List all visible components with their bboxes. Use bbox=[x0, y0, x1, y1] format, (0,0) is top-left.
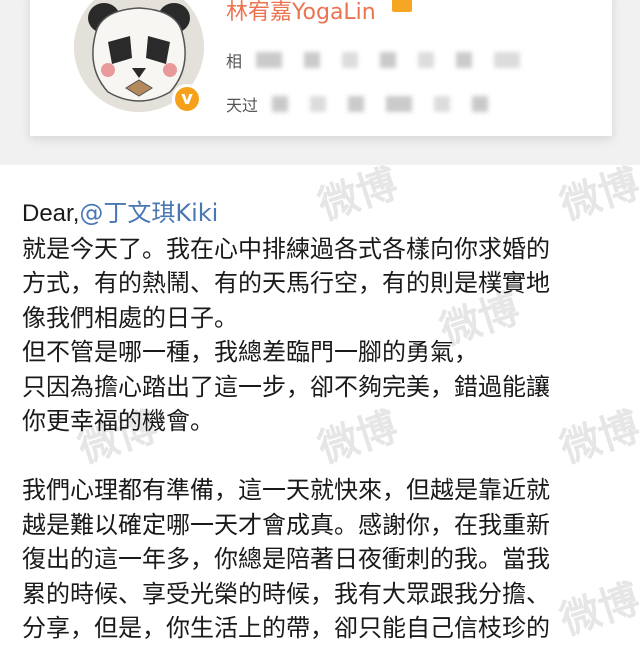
post-greeting-line: Dear,@丁文琪Kiki bbox=[22, 196, 622, 232]
username[interactable]: 林宥嘉YogaLin bbox=[226, 0, 376, 26]
preview-text: 相 bbox=[226, 52, 243, 71]
blurred-text bbox=[310, 96, 327, 112]
blurred-text bbox=[494, 52, 521, 68]
blurred-text bbox=[256, 52, 283, 68]
post-content: Dear,@丁文琪Kiki 就是今天了。我在心中排練過各式各樣向你求婚的 方式，… bbox=[22, 196, 622, 646]
blurred-text bbox=[472, 96, 489, 112]
post-greeting: Dear, bbox=[22, 200, 80, 227]
blurred-text bbox=[434, 96, 451, 112]
profile-preview-line: 天过 bbox=[226, 92, 510, 116]
blurred-text bbox=[386, 96, 413, 112]
blurred-text bbox=[418, 52, 435, 68]
blurred-text bbox=[342, 52, 359, 68]
blurred-text bbox=[272, 96, 289, 112]
post-line: 你更幸福的機會。 bbox=[22, 407, 214, 435]
post-line: 累的時候、享受光榮的時候，我有大眾跟我分擔、 bbox=[22, 579, 550, 608]
post-line: 但不管是哪一種，我總差臨門一腳的勇氣， bbox=[22, 338, 478, 366]
verified-badge-icon: v bbox=[172, 84, 202, 114]
blurred-text bbox=[456, 52, 473, 68]
preview-text: 天过 bbox=[226, 96, 259, 115]
post-line: 越是難以確定哪一天才會成真。感謝你，在我重新 bbox=[22, 510, 550, 539]
post-line: 我們心理都有準備，這一天就快來，但越是靠近就 bbox=[22, 476, 550, 504]
post-line: 只因為擔心踏出了這一步，卻不夠完美，錯過能讓 bbox=[22, 372, 550, 401]
blurred-text bbox=[304, 52, 321, 68]
mention-link[interactable]: @丁文琪Kiki bbox=[79, 199, 218, 227]
post-line: 復出的這一年多，你總是陪著日夜衝刺的我。當我 bbox=[22, 545, 550, 573]
member-badge-icon bbox=[392, 0, 412, 12]
blurred-text bbox=[348, 96, 365, 112]
profile-card: v 林宥嘉YogaLin 相 天过 bbox=[30, 0, 612, 136]
post-line: 方式，有的熱鬧、有的天馬行空，有的則是樸實地 bbox=[22, 269, 550, 297]
blurred-text bbox=[380, 52, 397, 68]
post-line: 就是今天了。我在心中排練過各式各樣向你求婚的 bbox=[22, 234, 550, 263]
profile-preview-line: 相 bbox=[226, 48, 542, 72]
post-line: 分享，但是，你生活上的帶，卻只能自己信枝珍的 bbox=[22, 614, 550, 642]
post-line: 像我們相處的日子。 bbox=[22, 303, 238, 332]
